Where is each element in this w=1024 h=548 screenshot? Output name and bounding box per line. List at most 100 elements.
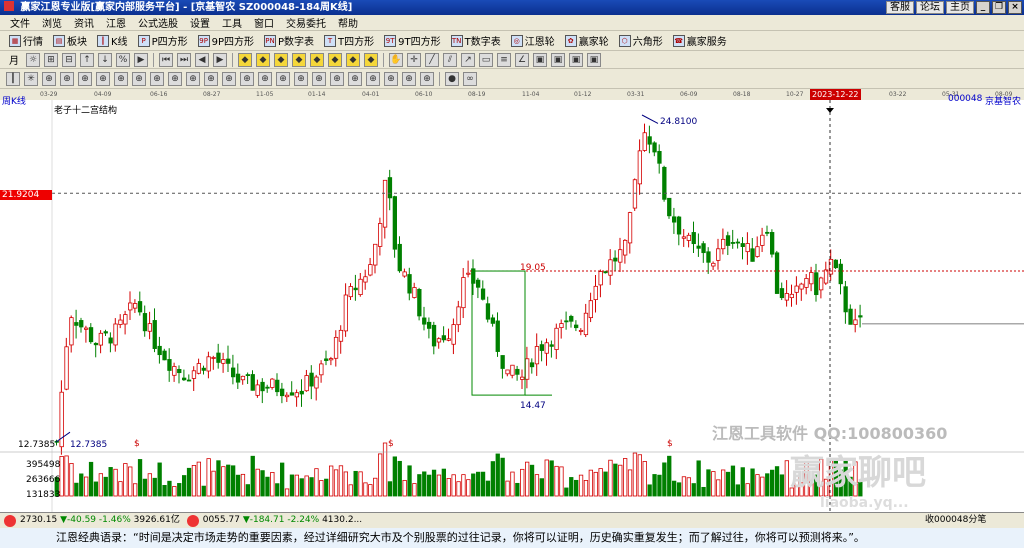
gann-tool-icon[interactable]: ⊕ — [204, 71, 218, 86]
link-luntan[interactable]: 论坛 — [916, 1, 944, 14]
toolbar-p-square[interactable]: P P四方形 — [133, 31, 193, 50]
crosshair-icon[interactable]: ✛ — [407, 52, 421, 67]
menu-gann[interactable]: 江恩 — [100, 15, 132, 30]
percent-icon[interactable]: % — [116, 52, 130, 67]
toolbar-gann-wheel[interactable]: ◎ 江恩轮 — [506, 31, 560, 50]
menu-info[interactable]: 资讯 — [68, 15, 100, 30]
menu-window[interactable]: 窗口 — [248, 15, 280, 30]
last-icon[interactable]: ⏭ — [177, 52, 191, 67]
toolbar-t-table[interactable]: TN T数字表 — [446, 31, 506, 50]
box-tool-icon[interactable]: ▣ — [587, 52, 601, 67]
diamond-icon[interactable]: ◆ — [292, 52, 306, 67]
volume-bar — [765, 473, 770, 497]
gann-tool-icon[interactable]: ⊕ — [330, 71, 344, 86]
line-tool-icon[interactable]: ╱ — [425, 52, 439, 67]
menu-help[interactable]: 帮助 — [332, 15, 364, 30]
diamond-icon[interactable]: ◆ — [364, 52, 378, 67]
gann-tool-icon[interactable]: ⊕ — [240, 71, 254, 86]
gann-tool-icon[interactable]: ⊕ — [186, 71, 200, 86]
volume-bar — [441, 468, 447, 497]
menu-trade[interactable]: 交易委托 — [280, 15, 332, 30]
period-selector[interactable]: 月 — [4, 51, 24, 68]
toolbar-winner-wheel[interactable]: ✿ 赢家轮 — [560, 31, 614, 50]
menu-browse[interactable]: 浏览 — [36, 15, 68, 30]
gann-fan-icon[interactable]: ✳ — [24, 71, 38, 86]
box-tool-icon[interactable]: ▣ — [533, 52, 547, 67]
menu-formula[interactable]: 公式选股 — [132, 15, 184, 30]
arrow-up-icon[interactable]: ↑ — [80, 52, 94, 67]
gann-tool-icon[interactable]: ⊕ — [132, 71, 146, 86]
diamond-icon[interactable]: ◆ — [256, 52, 270, 67]
toolbar-9p-square[interactable]: 9P 9P四方形 — [193, 31, 259, 50]
chart-tool-icon[interactable]: ⊟ — [62, 52, 76, 67]
candle-body — [833, 259, 838, 269]
volume-bar — [539, 478, 544, 497]
candle-body — [569, 315, 574, 322]
toolbar-p-table[interactable]: PN P数字表 — [259, 31, 319, 50]
candle-body — [691, 232, 696, 245]
date-tick: 06-10 — [415, 91, 433, 98]
gann-tool-icon[interactable]: ⊕ — [60, 71, 74, 86]
gann-tool-icon[interactable]: ⊕ — [168, 71, 182, 86]
diamond-icon[interactable]: ◆ — [274, 52, 288, 67]
gann-tool-icon[interactable]: ⊕ — [222, 71, 236, 86]
kline-chart[interactable]: $ $ $ 周K线 老子十二宫结构 000048 京基智农 21.9204 19.0… — [0, 94, 1024, 512]
menu-file[interactable]: 文件 — [4, 15, 36, 30]
channel-tool-icon[interactable]: ⫽ — [443, 52, 457, 67]
menu-tools[interactable]: 工具 — [216, 15, 248, 30]
toolbar-9t-square[interactable]: 9T 9T四方形 — [379, 31, 445, 50]
restore-icon[interactable]: ❐ — [992, 1, 1006, 14]
menu-settings[interactable]: 设置 — [184, 15, 216, 30]
arrow-down-icon[interactable]: ↓ — [98, 52, 112, 67]
fib-tool-icon[interactable]: ≡ — [497, 52, 511, 67]
gann-tool-icon[interactable]: ⊕ — [366, 71, 380, 86]
diamond-icon[interactable]: ◆ — [328, 52, 342, 67]
gann-tool-icon[interactable]: ⊕ — [78, 71, 92, 86]
bar-icon[interactable]: ┃ — [6, 71, 20, 86]
gann-tool-icon[interactable]: ⊕ — [96, 71, 110, 86]
gann-tool-icon[interactable]: ⊕ — [384, 71, 398, 86]
link-zhuye[interactable]: 主页 — [946, 1, 974, 14]
hand-icon[interactable]: ✋ — [389, 52, 403, 67]
box-tool-icon[interactable]: ▣ — [569, 52, 583, 67]
gann-tool-icon[interactable]: ⊕ — [348, 71, 362, 86]
toolbar-kline[interactable]: ┃ K线 — [92, 31, 133, 50]
gann-tool-icon[interactable]: ⊕ — [420, 71, 434, 86]
first-icon[interactable]: ⏮ — [159, 52, 173, 67]
toolbar-blocks[interactable]: ▤ 板块 — [48, 31, 92, 50]
box-tool-icon[interactable]: ▣ — [551, 52, 565, 67]
gann-tool-icon[interactable]: ⊕ — [42, 71, 56, 86]
gann-tool-icon[interactable]: ⊕ — [402, 71, 416, 86]
candle-body — [755, 246, 760, 257]
close-icon[interactable]: × — [1008, 1, 1022, 14]
gann-tool-icon[interactable]: ⊕ — [258, 71, 272, 86]
candle-body — [382, 179, 388, 228]
rect-tool-icon[interactable]: ▭ — [479, 52, 493, 67]
right-icon[interactable]: ▶ — [213, 52, 227, 67]
candle-body — [603, 271, 608, 274]
candle-body — [132, 303, 138, 309]
flag-icon[interactable]: ▶ — [134, 52, 148, 67]
sun-icon[interactable]: ☼ — [26, 52, 40, 67]
diamond-icon[interactable]: ◆ — [310, 52, 324, 67]
diamond-icon[interactable]: ◆ — [346, 52, 360, 67]
ray-tool-icon[interactable]: ↗ — [461, 52, 475, 67]
toolbar-service[interactable]: ☎ 赢家服务 — [668, 31, 732, 50]
left-icon[interactable]: ◀ — [195, 52, 209, 67]
gann-tool-icon[interactable]: ⊕ — [276, 71, 290, 86]
diamond-icon[interactable]: ◆ — [238, 52, 252, 67]
toolbar-t-square[interactable]: T T四方形 — [319, 31, 379, 50]
toolbar-quotes[interactable]: ▦ 行情 — [4, 31, 48, 50]
gann-tool-icon[interactable]: ⊕ — [294, 71, 308, 86]
link-kefu[interactable]: 客服 — [886, 1, 914, 14]
gann-tool-icon[interactable]: ⊕ — [114, 71, 128, 86]
sh-index: 2730.15 — [20, 515, 58, 525]
gann-tool-icon[interactable]: ⊕ — [312, 71, 326, 86]
toolbar-hexagon[interactable]: ⬡ 六角形 — [614, 31, 668, 50]
minimize-icon[interactable]: _ — [976, 1, 990, 14]
gann-tool-icon[interactable]: ⊕ — [150, 71, 164, 86]
infinity-icon[interactable]: ∞ — [463, 71, 477, 86]
chart-tool-icon[interactable]: ⊞ — [44, 52, 58, 67]
color-wheel-icon[interactable]: ● — [445, 71, 459, 86]
angle-tool-icon[interactable]: ∠ — [515, 52, 529, 67]
